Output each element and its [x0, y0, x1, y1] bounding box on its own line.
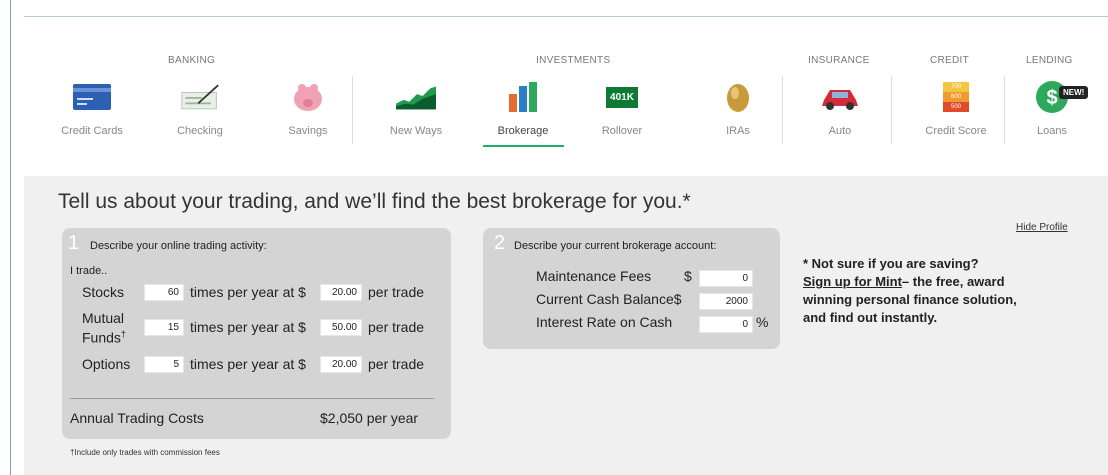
nav-auto[interactable]: Auto [800, 80, 880, 137]
dagger-mark: † [120, 329, 126, 339]
nav-separator [352, 76, 353, 144]
options-mid-text: times per year at $ [190, 356, 306, 372]
stocks-suffix: per trade [368, 284, 425, 300]
nav-credit-cards[interactable]: Credit Cards [52, 80, 132, 137]
nav-label: Credit Score [925, 125, 987, 137]
nav-new-ways[interactable]: New Ways [376, 80, 456, 137]
category-insurance: INSURANCE [808, 55, 870, 66]
interest-rate-label: Interest Rate on Cash [536, 314, 673, 330]
options-count-input[interactable]: 5 [144, 356, 184, 373]
cash-balance-label: Current Cash Balance$ [536, 291, 682, 307]
category-banking: BANKING [168, 55, 216, 66]
commission-footnote: †Include only trades with commission fee… [70, 448, 220, 457]
interest-rate-input[interactable]: 0 [699, 316, 753, 333]
mint-promo-note: * Not sure if you are saving? Sign up fo… [803, 255, 1023, 327]
category-lending: LENDING [1026, 55, 1073, 66]
stocks-count-input[interactable]: 60 [144, 284, 184, 301]
panel2-title: Describe your current brokerage account: [514, 240, 717, 252]
maintenance-fees-input[interactable]: 0 [699, 270, 753, 287]
mutual-funds-suffix: per trade [368, 319, 425, 335]
cash-balance-input[interactable]: 2000 [699, 293, 753, 310]
mint-promo-line1: * Not sure if you are saving? [803, 256, 979, 271]
golden-egg-icon [718, 80, 758, 114]
nav-label: IRAs [726, 125, 750, 137]
nav-credit-score[interactable]: 700 600 500 Credit Score [916, 80, 996, 137]
nav-label: Checking [177, 125, 223, 137]
mutual-funds-label: Mutual Funds† [82, 310, 126, 346]
mutual-funds-label-line2: Funds [82, 329, 121, 346]
options-suffix: per trade [368, 356, 425, 372]
left-border [10, 0, 11, 475]
piggy-bank-icon [288, 80, 328, 114]
nav-label: Loans [1037, 125, 1067, 137]
nav-label: New Ways [389, 125, 443, 137]
score-600: 600 [943, 92, 969, 102]
top-border [24, 16, 1108, 17]
nav-label: Savings [288, 125, 328, 137]
score-700: 700 [943, 82, 969, 92]
svg-text:$: $ [1046, 87, 1057, 109]
stocks-mid-text: times per year at $ [190, 284, 306, 300]
maintenance-fees-label: Maintenance Fees [536, 268, 652, 284]
credit-card-icon [72, 80, 112, 114]
mutual-funds-label-line1: Mutual [82, 310, 125, 326]
check-pen-icon [180, 80, 220, 114]
credit-meter-icon: 700 600 500 [936, 80, 976, 114]
nav-rollover[interactable]: 401K Rollover [582, 80, 662, 137]
401k-icon-text: 401K [606, 86, 638, 108]
nav-brokerage[interactable]: Brokerage [483, 80, 563, 137]
step-number-1: 1 [68, 232, 80, 254]
nav-checking[interactable]: Checking [160, 80, 240, 137]
i-trade-label: I trade.. [70, 265, 108, 277]
active-tab-underline [483, 145, 564, 147]
car-icon [820, 80, 860, 114]
stocks-label: Stocks [82, 284, 125, 300]
mutual-funds-count-input[interactable]: 15 [144, 319, 184, 336]
mutual-funds-mid-text: times per year at $ [190, 319, 306, 335]
panel1-title: Describe your online trading activity: [90, 240, 267, 252]
401k-icon: 401K [602, 80, 642, 114]
nav-iras[interactable]: IRAs [698, 80, 778, 137]
nav-savings[interactable]: Savings [268, 80, 348, 137]
panel1-divider [70, 398, 434, 399]
new-badge: NEW! [1059, 86, 1089, 99]
nav-separator [891, 76, 892, 144]
category-credit: CREDIT [930, 55, 970, 66]
interest-rate-suffix: % [756, 314, 769, 330]
annual-trading-costs-label: Annual Trading Costs [70, 410, 204, 426]
step-number-2: 2 [494, 232, 506, 254]
options-label: Options [82, 356, 131, 372]
area-chart-icon [396, 80, 436, 114]
annual-trading-costs-value: $2,050 per year [320, 410, 419, 426]
maintenance-fees-prefix: $ [684, 268, 692, 284]
nav-separator [782, 76, 783, 144]
sign-up-mint-link[interactable]: Sign up for Mint [803, 274, 902, 289]
category-investments: INVESTMENTS [536, 55, 611, 66]
mutual-funds-price-input[interactable]: 50.00 [320, 319, 362, 336]
nav-label: Brokerage [497, 125, 549, 137]
score-500: 500 [943, 102, 969, 112]
options-price-input[interactable]: 20.00 [320, 356, 362, 373]
stocks-price-input[interactable]: 20.00 [320, 284, 362, 301]
nav-label: Credit Cards [61, 125, 123, 137]
hide-profile-link[interactable]: Hide Profile [1016, 222, 1068, 233]
nav-label: Auto [828, 125, 852, 137]
bar-chart-icon [503, 80, 543, 114]
nav-separator [1004, 76, 1005, 144]
page-headline: Tell us about your trading, and we’ll fi… [58, 190, 691, 213]
nav-label: Rollover [601, 125, 643, 137]
